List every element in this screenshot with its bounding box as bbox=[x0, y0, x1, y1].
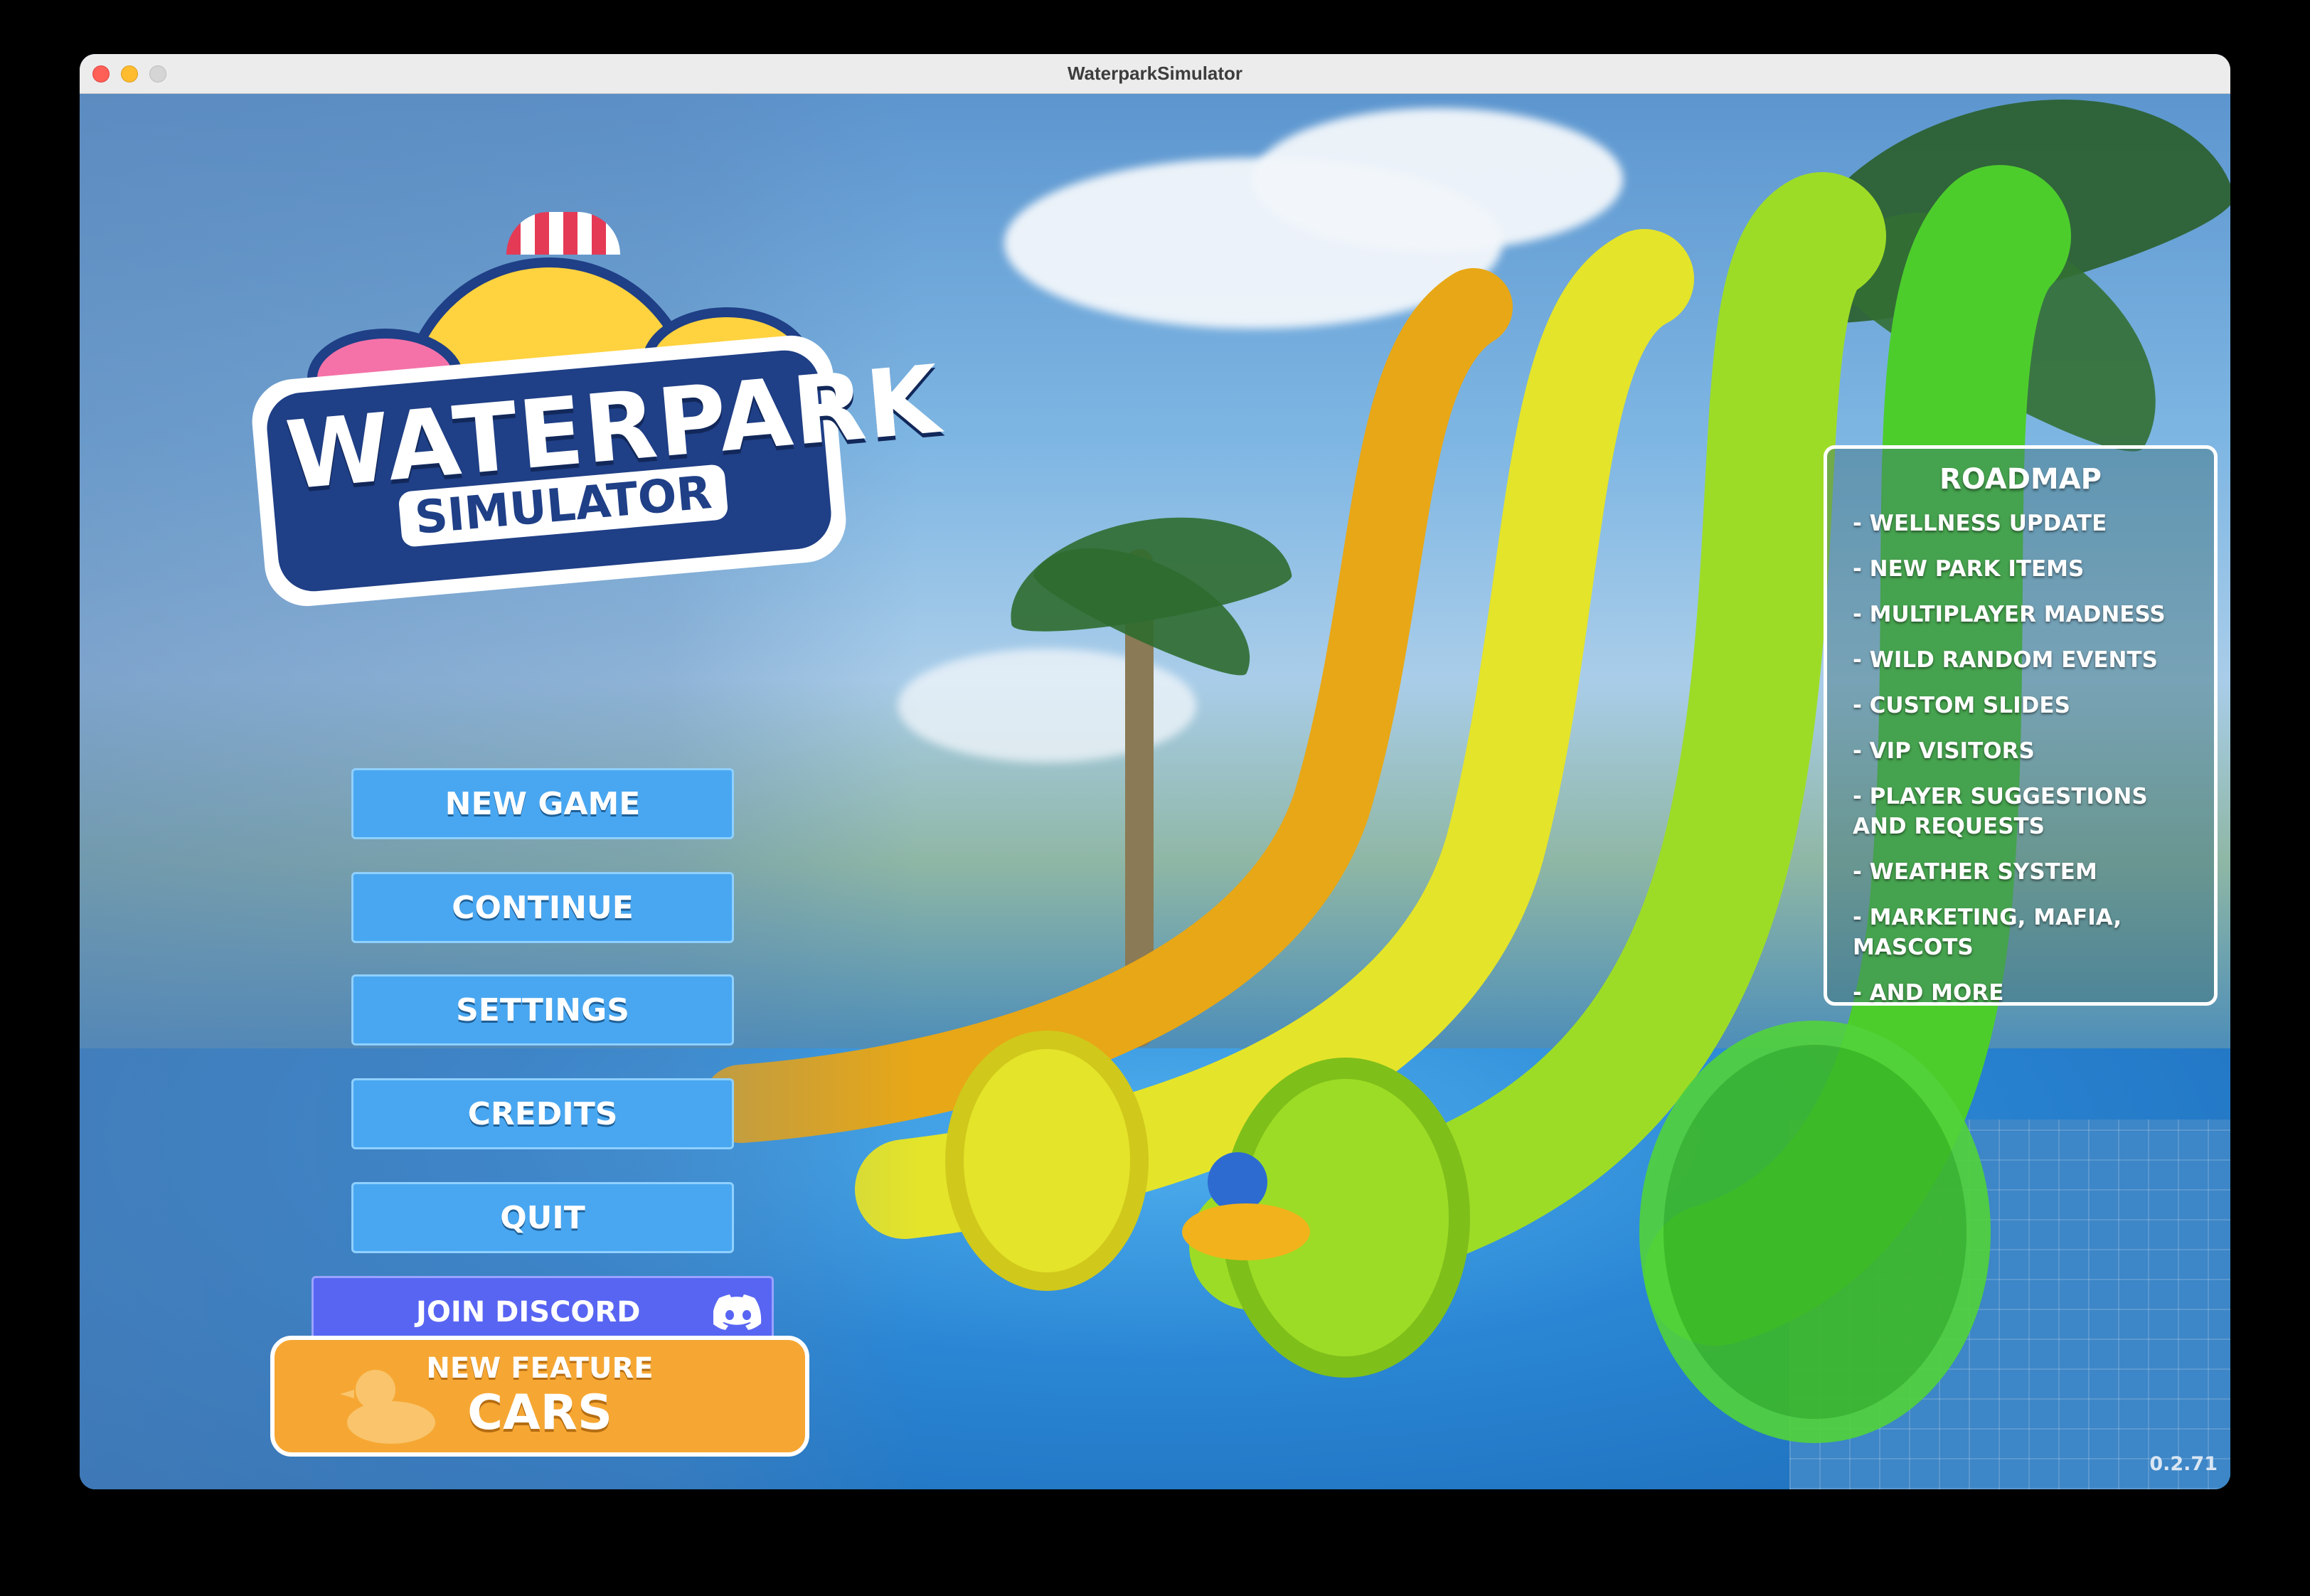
continue-button[interactable]: CONTINUE bbox=[351, 872, 734, 943]
roadmap-item: - WILD RANDOM EVENTS bbox=[1853, 647, 2158, 673]
settings-button[interactable]: SETTINGS bbox=[351, 974, 734, 1046]
minimize-window-button[interactable] bbox=[121, 65, 138, 83]
roadmap-panel: ROADMAP - WELLNESS UPDATE - NEW PARK ITE… bbox=[1824, 445, 2218, 1006]
window-title: WaterparkSimulator bbox=[1067, 63, 1243, 84]
roadmap-item: - NEW PARK ITEMS bbox=[1853, 556, 2085, 582]
roadmap-title: ROADMAP bbox=[1939, 463, 2102, 496]
maximize-window-button[interactable] bbox=[149, 65, 166, 83]
title-bar: WaterparkSimulator bbox=[80, 54, 2230, 94]
game-logo: WATERPARK SIMULATOR bbox=[215, 144, 945, 642]
roadmap-item: - MARKETING, MAFIA, MASCOTS bbox=[1853, 905, 2122, 960]
roadmap-item: - WEATHER SYSTEM bbox=[1853, 859, 2097, 885]
quit-button[interactable]: QUIT bbox=[351, 1182, 734, 1253]
version-label: 0.2.71 bbox=[2149, 1453, 2218, 1475]
roadmap-item: - MULTIPLAYER MADNESS bbox=[1853, 602, 2166, 627]
new-feature-label: NEW FEATURE bbox=[426, 1351, 654, 1385]
new-feature-button[interactable]: NEW FEATURE CARS bbox=[270, 1336, 809, 1457]
main-menu-scene: WATERPARK SIMULATOR NEW GAME CONTINUE SE… bbox=[80, 94, 2230, 1489]
roadmap-item: - PLAYER SUGGESTIONS AND REQUESTS bbox=[1853, 784, 2148, 839]
roadmap-item: - WELLNESS UPDATE bbox=[1853, 511, 2107, 536]
roadmap-item: - AND MORE bbox=[1853, 980, 2004, 1006]
roadmap-item: - CUSTOM SLIDES bbox=[1853, 693, 2070, 718]
duck-icon bbox=[340, 1370, 435, 1444]
window-controls bbox=[92, 65, 166, 83]
close-window-button[interactable] bbox=[92, 65, 110, 83]
new-feature-title: CARS bbox=[467, 1384, 612, 1441]
join-discord-label: JOIN DISCORD bbox=[416, 1296, 641, 1329]
roadmap-list: - WELLNESS UPDATE - NEW PARK ITEMS - MUL… bbox=[1853, 509, 2188, 1008]
app-window: WaterparkSimulator WATERPARK SIMULATOR N… bbox=[80, 54, 2230, 1489]
roadmap-item: - VIP VISITORS bbox=[1853, 738, 2035, 764]
new-game-button[interactable]: NEW GAME bbox=[351, 768, 734, 839]
logo-tent bbox=[506, 212, 620, 255]
credits-button[interactable]: CREDITS bbox=[351, 1078, 734, 1149]
discord-icon bbox=[713, 1294, 762, 1330]
